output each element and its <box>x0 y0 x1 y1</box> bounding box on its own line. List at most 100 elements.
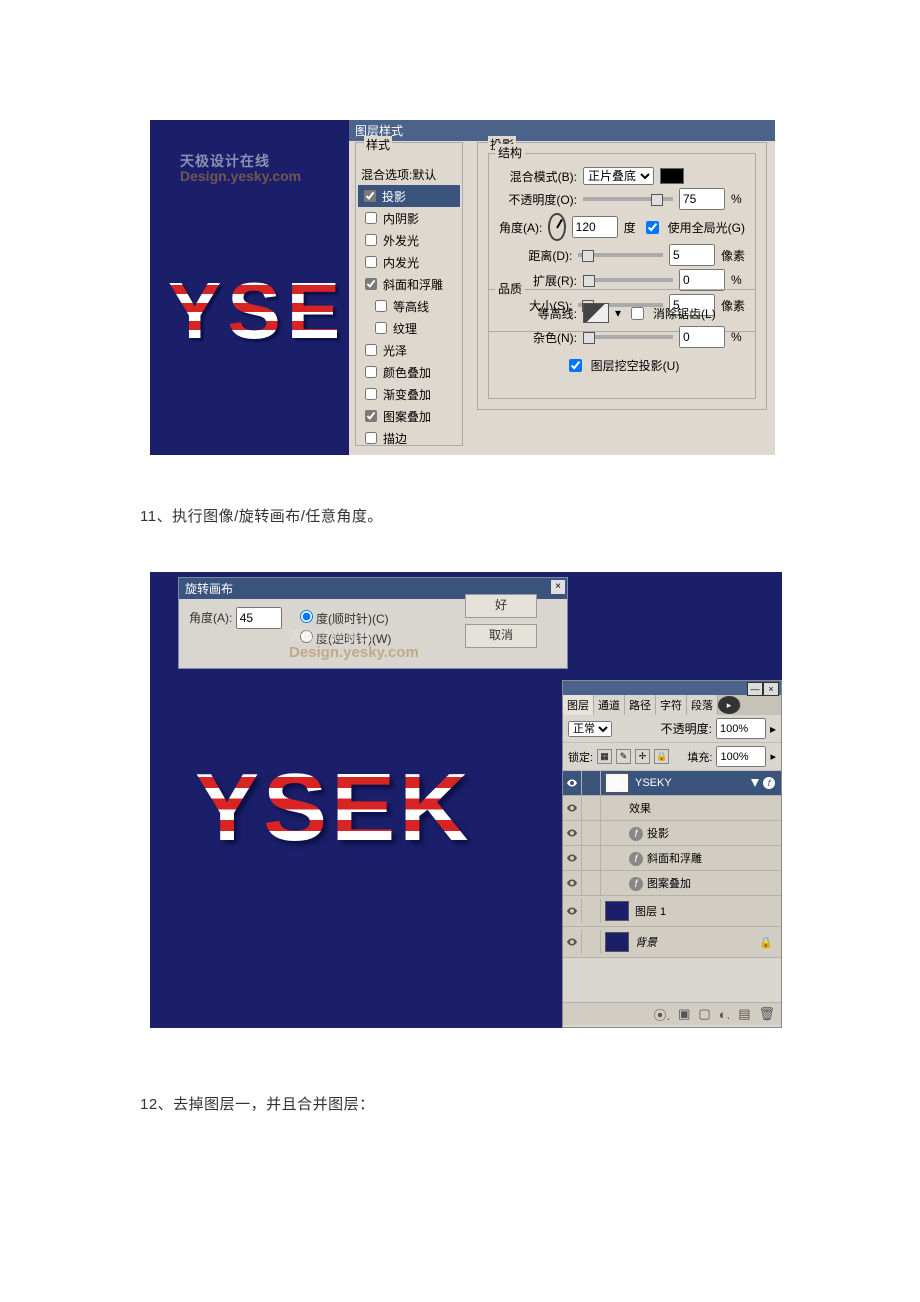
noise-slider[interactable] <box>583 335 673 339</box>
layer-row-fx-bevel[interactable]: f斜面和浮雕 <box>563 846 781 871</box>
layer-row-layer1[interactable]: 图层 1 <box>563 896 781 927</box>
effect-inner-glow[interactable]: 内发光 <box>361 251 457 273</box>
lock-position-icon[interactable]: ✢ <box>635 749 650 764</box>
spread-input[interactable] <box>679 269 725 291</box>
lock-pixels-icon[interactable]: ✎ <box>616 749 631 764</box>
visibility-eye-icon[interactable] <box>563 771 582 795</box>
angle-dial[interactable] <box>548 213 565 241</box>
angle-input[interactable] <box>236 607 282 629</box>
link-icon[interactable]: ✎ <box>582 771 601 795</box>
close-icon[interactable]: × <box>763 682 779 696</box>
layer-name: f投影 <box>601 825 781 842</box>
checkbox-icon[interactable] <box>365 256 377 268</box>
shadow-color-swatch[interactable] <box>660 168 684 184</box>
cancel-button[interactable]: 取消 <box>465 624 537 648</box>
contour-thumb[interactable] <box>583 303 609 323</box>
visibility-eye-icon[interactable] <box>563 846 582 870</box>
effect-stroke[interactable]: 描边 <box>361 427 457 449</box>
blend-default-row[interactable]: 混合选项:默认 <box>361 164 457 185</box>
angle-input[interactable] <box>572 216 618 238</box>
watermark-line: 天极设计在线 <box>289 628 373 643</box>
fill-input[interactable] <box>716 746 766 767</box>
layer-row-text[interactable]: ✎ T YSEKY f <box>563 771 781 796</box>
tab-paths[interactable]: 路径 <box>625 695 656 715</box>
visibility-eye-icon[interactable] <box>563 899 582 923</box>
effect-pattern-overlay[interactable]: 图案叠加 <box>361 405 457 427</box>
lock-transparency-icon[interactable]: ▦ <box>597 749 612 764</box>
checkbox-icon[interactable] <box>365 410 377 422</box>
effect-bevel[interactable]: 斜面和浮雕 <box>361 273 457 295</box>
trash-icon[interactable]: 🗑 <box>758 1006 775 1022</box>
blend-mode-select[interactable]: 正片叠底 <box>583 167 654 185</box>
angle-label: 角度(A): <box>499 219 542 236</box>
opacity-input[interactable] <box>679 188 725 210</box>
effect-contour[interactable]: 等高线 <box>371 295 457 317</box>
chevron-right-icon[interactable]: ▸ <box>770 750 776 763</box>
checkbox-icon[interactable] <box>365 432 377 444</box>
minimize-icon[interactable]: — <box>747 682 763 696</box>
effect-inner-shadow[interactable]: 内阴影 <box>361 207 457 229</box>
checkbox-icon[interactable] <box>375 300 387 312</box>
watermark-line: Design.yesky.com <box>289 644 419 661</box>
radio-cw[interactable]: 度(顺时针)(C) <box>295 607 391 627</box>
checkbox-icon[interactable] <box>365 278 377 290</box>
visibility-eye-icon[interactable] <box>563 821 582 845</box>
visibility-eye-icon[interactable] <box>563 796 582 820</box>
tab-paragraph[interactable]: 段落 <box>687 695 718 715</box>
effect-drop-shadow[interactable]: 投影 <box>358 185 460 207</box>
angle-label: 角度(A): <box>189 611 232 625</box>
use-global-checkbox[interactable] <box>646 221 659 234</box>
knockout-checkbox[interactable] <box>569 359 582 372</box>
folder-icon[interactable]: ▢ <box>698 1006 710 1022</box>
fx-label: 投影 <box>647 828 669 840</box>
mask-icon[interactable]: ▣ <box>678 1006 690 1022</box>
antialias-checkbox[interactable] <box>631 307 644 320</box>
opacity-input[interactable] <box>716 718 766 739</box>
layer-row-background[interactable]: 背景 🔒 <box>563 927 781 958</box>
fx-badge-icon[interactable]: f <box>763 777 775 789</box>
tab-layers[interactable]: 图层 <box>563 695 594 715</box>
panel-menu-icon[interactable]: ▸ <box>718 696 741 714</box>
checkbox-icon[interactable] <box>365 366 377 378</box>
checkbox-icon[interactable] <box>365 212 377 224</box>
checkbox-icon[interactable] <box>375 322 387 334</box>
effect-color-overlay[interactable]: 颜色叠加 <box>361 361 457 383</box>
checkbox-icon[interactable] <box>365 344 377 356</box>
effect-texture[interactable]: 纹理 <box>371 317 457 339</box>
dialog-buttons: 好 取消 <box>465 594 537 654</box>
row-blend-mode: 混合模式(B): 正片叠底 <box>499 167 745 185</box>
effect-outer-glow[interactable]: 外发光 <box>361 229 457 251</box>
checkbox-icon[interactable] <box>364 190 376 202</box>
distance-input[interactable] <box>669 244 715 266</box>
tab-channels[interactable]: 通道 <box>594 695 625 715</box>
effect-gradient-overlay[interactable]: 渐变叠加 <box>361 383 457 405</box>
visibility-eye-icon[interactable] <box>563 930 582 954</box>
noise-input[interactable] <box>679 326 725 348</box>
close-icon[interactable]: × <box>551 580 565 594</box>
distance-slider[interactable] <box>578 253 663 257</box>
fx-icon[interactable]: ⦿. <box>654 1005 671 1024</box>
spread-slider[interactable] <box>583 278 673 282</box>
layer-row-fx-shadow[interactable]: f投影 <box>563 821 781 846</box>
chevron-down-icon[interactable] <box>751 779 759 787</box>
blend-mode-select[interactable]: 正常 <box>568 721 612 737</box>
contour-label: 等高线: <box>499 305 577 322</box>
checkbox-icon[interactable] <box>365 388 377 400</box>
fx-icon: f <box>629 852 643 866</box>
radio-icon[interactable] <box>300 610 313 623</box>
visibility-eye-icon[interactable] <box>563 871 582 895</box>
adjustment-icon[interactable]: ◐. <box>719 1007 730 1022</box>
ok-button[interactable]: 好 <box>465 594 537 618</box>
tab-character[interactable]: 字符 <box>656 695 687 715</box>
checkbox-icon[interactable] <box>365 234 377 246</box>
lock-all-icon[interactable]: 🔒 <box>654 749 669 764</box>
new-layer-icon[interactable]: ▤ <box>738 1006 750 1022</box>
opacity-slider[interactable] <box>583 197 673 201</box>
step-caption-12: 12、去掉图层一，并且合并图层： <box>0 1083 920 1120</box>
chevron-right-icon[interactable]: ▸ <box>770 722 776 736</box>
effect-satin[interactable]: 光泽 <box>361 339 457 361</box>
layer-row-fx-pattern[interactable]: f图案叠加 <box>563 871 781 896</box>
layer-row-fx[interactable]: 效果 <box>563 796 781 821</box>
chevron-down-icon[interactable]: ▾ <box>615 306 621 320</box>
layer-name: f图案叠加 <box>601 875 781 892</box>
